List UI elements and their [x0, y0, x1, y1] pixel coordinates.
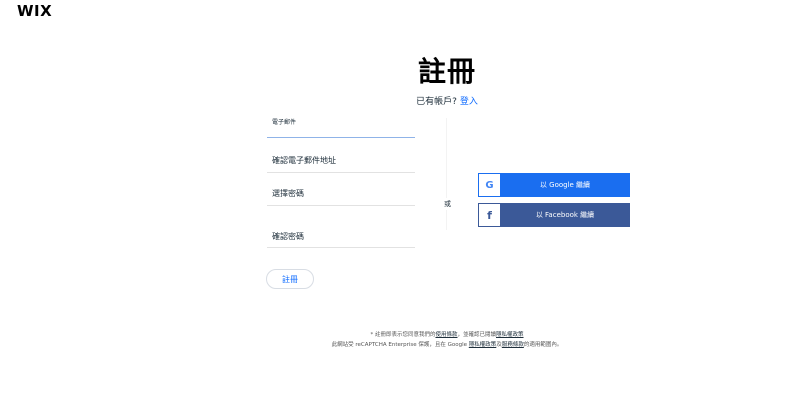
login-prompt: 已有帳戶? 登入 [0, 94, 800, 107]
page-title: 註冊 [417, 55, 476, 88]
signup-submit-button[interactable]: 註冊 [266, 269, 314, 289]
terms-notice: * 註冊即表示您同意我們的使用條款，並確認已閱讀隱私權政策 [0, 331, 800, 340]
confirm-password-input[interactable] [267, 233, 415, 247]
google-terms-link[interactable]: 服務條款 [502, 342, 524, 348]
or-divider-line [446, 118, 447, 230]
login-link[interactable]: 登入 [460, 97, 478, 107]
facebook-icon: f [479, 204, 501, 226]
facebook-icon-glyph: f [487, 208, 492, 222]
recaptcha-notice: 此網站受 reCAPTCHA Enterprise 保護，且在 Google 隱… [0, 341, 800, 350]
google-icon: G [479, 174, 501, 196]
recaptcha-notice-prefix: 此網站受 reCAPTCHA Enterprise 保護，且在 Google [331, 342, 469, 348]
recaptcha-notice-suffix: 的適用範圍內。 [523, 342, 563, 348]
google-icon-glyph: G [485, 179, 494, 191]
login-prompt-text: 已有帳戶? [416, 97, 457, 107]
password-input[interactable] [267, 191, 415, 205]
privacy-policy-link[interactable]: 隱私權政策 [496, 332, 524, 338]
password-field[interactable]: 選擇密碼 [267, 183, 415, 206]
confirm-password-field[interactable]: 確認密碼 [267, 226, 415, 248]
facebook-signup-button[interactable]: f 以 Facebook 繼續 [478, 203, 630, 227]
terms-notice-middle: ，並確認已閱讀 [457, 332, 496, 338]
or-divider-text: 或 [444, 198, 451, 210]
terms-notice-prefix: * 註冊即表示您同意我們的 [370, 332, 436, 338]
confirm-email-input[interactable] [267, 158, 415, 172]
terms-of-use-link[interactable]: 使用條款 [435, 332, 457, 338]
wix-logo[interactable]: WIX [17, 2, 52, 20]
email-field[interactable]: 電子郵件 [267, 113, 415, 138]
google-signup-button[interactable]: G 以 Google 繼續 [478, 173, 630, 197]
facebook-button-label: 以 Facebook 繼續 [535, 211, 595, 219]
signup-page: WIX 註冊 已有帳戶? 登入 電子郵件 確認電子郵件地址 選擇密碼 確認密碼 或… [0, 0, 800, 400]
google-privacy-link[interactable]: 隱私權政策 [469, 342, 497, 348]
confirm-email-field[interactable]: 確認電子郵件地址 [267, 150, 415, 173]
email-input[interactable] [267, 123, 415, 137]
google-button-label: 以 Google 繼續 [539, 181, 591, 189]
